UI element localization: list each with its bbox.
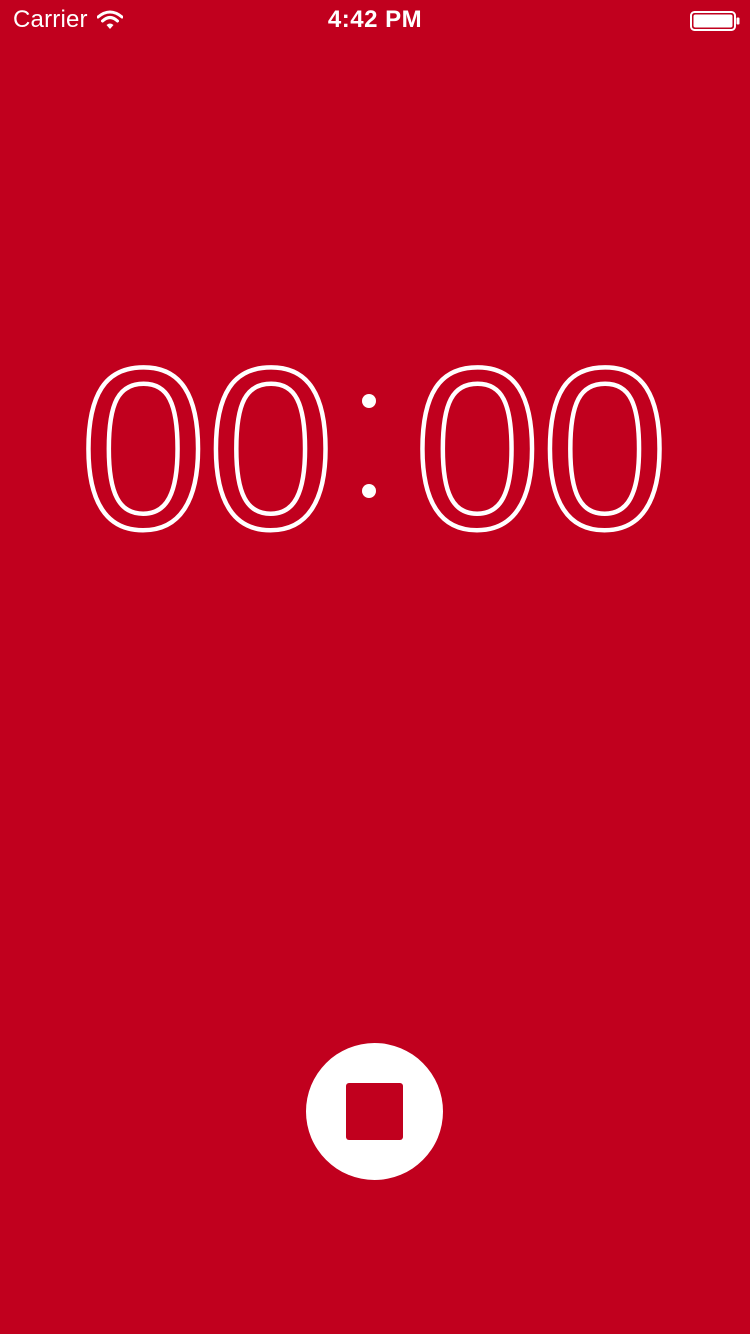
timer-separator-dot-bottom [362, 484, 376, 498]
timer-seconds: 00 [414, 340, 669, 550]
stop-icon [346, 1083, 403, 1140]
status-bar: Carrier 4:42 PM [0, 0, 750, 40]
stop-button[interactable] [306, 1043, 443, 1180]
status-time: 4:42 PM [327, 6, 423, 33]
timer-display: 00 00 [77, 340, 671, 550]
timer-minutes: 00 [80, 340, 335, 550]
timer-separator-dot-top [362, 394, 376, 408]
battery-full-icon [690, 11, 740, 31]
